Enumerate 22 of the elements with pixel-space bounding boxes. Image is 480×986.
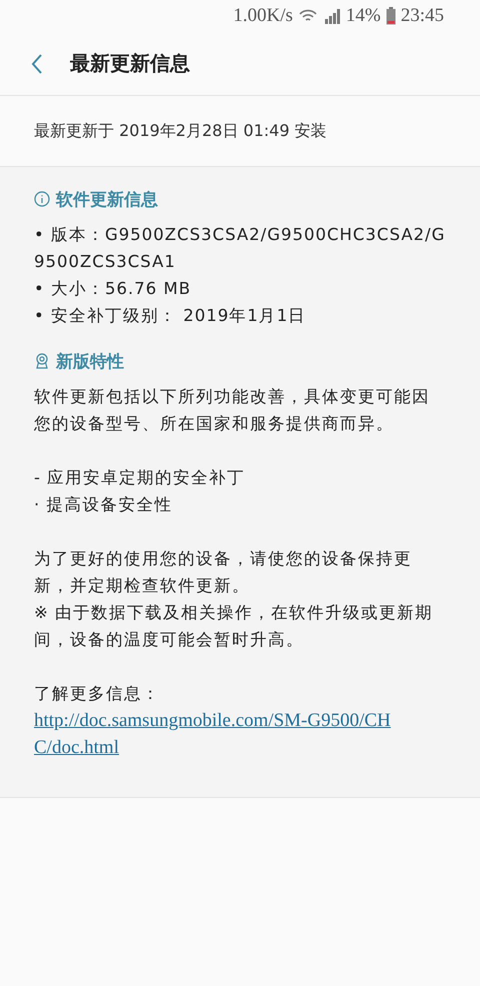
section-title: 软件更新信息 xyxy=(56,188,158,210)
install-info: 最新更新于 2019年2月28日 01:49 安装 xyxy=(34,120,327,142)
body-text: • 版本：G9500ZCS3CSA2/G9500CHC3CSA2/G9500ZCS3CSA1 xyxy=(34,224,446,273)
body-text: • 安全补丁级别： 2019年1月1日 xyxy=(34,305,308,327)
signal-icon xyxy=(322,8,341,24)
body-text: 了解更多信息： xyxy=(34,683,161,705)
clock: 23:45 xyxy=(400,5,444,27)
network-speed: 1.00K/s xyxy=(233,5,293,27)
section-title: 新版特性 xyxy=(56,350,124,372)
battery-icon xyxy=(386,7,396,25)
back-icon xyxy=(30,52,44,74)
doc-link[interactable]: http://doc.samsungmobile.com/SM-G9500/CHC/doc.html xyxy=(34,707,394,761)
body-text: ※ 由于数据下载及相关操作，在软件升级或更新期间，设备的温度可能会暂时升高。 xyxy=(34,602,434,651)
page-title: 最新更新信息 xyxy=(70,50,190,77)
body-text: - 应用安卓定期的安全补丁 xyxy=(34,467,246,489)
battery-percent: 14% xyxy=(346,5,381,27)
body-text: • 大小：56.76 MB xyxy=(34,278,192,300)
badge-icon xyxy=(34,353,50,369)
body-text: 为了更好的使用您的设备，请使您的设备保持更新，并定期检查软件更新。 xyxy=(34,548,413,597)
body-text: 软件更新包括以下所列功能改善，具体变更可能因您的设备型号、所在国家和服务提供商而异。 xyxy=(34,386,431,435)
info-icon xyxy=(34,191,50,207)
body-text: · 提高设备安全性 xyxy=(34,494,174,516)
